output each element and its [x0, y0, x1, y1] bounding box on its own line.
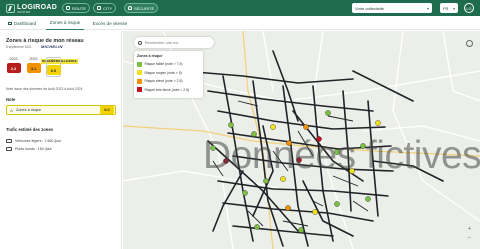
year-score-badge: 2.2 — [6, 63, 21, 73]
year-score-badge: 6.0 — [46, 65, 61, 75]
zoom-in-button[interactable]: + — [466, 225, 473, 232]
year-label: 2024 — [49, 59, 58, 63]
year-score-badge: 4.1 — [26, 63, 41, 73]
risk-zone-marker — [254, 224, 260, 230]
nav-pill-label: CITY — [103, 5, 113, 11]
risk-zone-marker — [285, 205, 291, 211]
zone-label: Zones à risque — [16, 108, 42, 112]
tab-label: Dashboard — [13, 20, 37, 26]
map-legend: Zones à risque Risque faible (note > 7.5… — [134, 51, 203, 98]
risk-zone-marker — [334, 201, 340, 207]
nav-pill-label: SÉCURITÉ — [134, 5, 155, 11]
language-value: FR — [443, 5, 449, 11]
language-select[interactable]: FR ▾ — [440, 3, 458, 13]
panel-date: 8 septembre 2021 — [6, 45, 32, 49]
shield-icon — [128, 6, 132, 10]
traffic-label: Véhicules légers : 1 650 /jour — [15, 139, 62, 143]
nav-pill-city[interactable]: CITY — [93, 3, 117, 13]
legend-label: Risque élevé (note > 2.5) — [144, 79, 183, 84]
year-score-2022[interactable]: 2022 2.2 — [6, 57, 21, 77]
note-source: Note issue des données de Août 2023 à Ao… — [6, 87, 83, 91]
year-score-2023[interactable]: 2023 4.1 — [26, 57, 41, 77]
car-icon — [6, 139, 12, 143]
tab-exces-de-vitesse[interactable]: Excès de vitesse — [90, 16, 130, 30]
risk-zone-marker — [312, 209, 318, 215]
legend-title: Zones à risque — [137, 54, 163, 58]
legend-swatch — [137, 61, 142, 67]
legend-swatch — [137, 70, 142, 76]
zoom-out-button[interactable]: − — [466, 234, 473, 241]
year-label: 2022 — [9, 57, 18, 61]
chevron-down-icon: ▾ — [452, 5, 455, 11]
side-panel: Zones à risque de mon réseau 8 septembre… — [0, 31, 122, 249]
logo-icon — [6, 4, 15, 13]
risk-zone-marker — [325, 110, 331, 116]
michelin-logo: MICHELIN MOBILITY INTELLIGENCE — [41, 44, 83, 64]
zone-score-badge: 6.0 — [100, 106, 114, 114]
logo[interactable]: LOGIROAD CENTER — [6, 3, 57, 14]
avatar[interactable]: LG — [464, 3, 474, 13]
legend-item: Risque faible (note > 7.5) — [137, 60, 200, 69]
year-label: 2023 — [29, 57, 38, 61]
tab-label: Zones à risque — [49, 20, 81, 25]
tab-dashboard[interactable]: Dashboard — [6, 16, 38, 30]
legend-item: Risque moyen (note > 5) — [137, 69, 200, 78]
risk-zone-marker — [365, 196, 371, 202]
top-bar: LOGIROAD CENTER ROUTE CITY SÉCURITÉ Votr… — [0, 0, 480, 16]
risk-zone-marker — [375, 120, 381, 126]
risk-zone-marker — [263, 178, 269, 184]
legend-item: Risque très élevé (note < 2.5) — [137, 86, 200, 95]
map-view[interactable]: Zones à risque Risque faible (note > 7.5… — [123, 31, 480, 249]
risk-zone-marker — [298, 227, 304, 233]
legend-label: Risque moyen (note > 5) — [144, 70, 182, 75]
city-icon — [97, 6, 101, 10]
tab-bar: Dashboard Zones à risque Excès de vitess… — [0, 16, 480, 30]
warning-icon: ⚠ — [9, 107, 14, 113]
year-score-2024[interactable]: 2024 6.0 — [46, 57, 61, 77]
traffic-label: Poids lourds : 184 /jour — [15, 147, 52, 151]
nav-pill-route[interactable]: ROUTE — [62, 3, 90, 13]
search-icon — [138, 40, 142, 45]
risk-zone-marker — [228, 122, 234, 128]
traffic-heavy-vehicles: Poids lourds : 184 /jour — [6, 147, 52, 151]
chevron-down-icon: ▾ — [426, 5, 429, 11]
nav-pill-securite[interactable]: SÉCURITÉ — [124, 3, 159, 13]
nav-pill-label: ROUTE — [72, 5, 86, 11]
road-icon — [66, 6, 70, 10]
risk-zone-marker — [270, 124, 276, 130]
year-scores: 2022 2.2 2023 4.1 2024 6.0 — [6, 57, 61, 77]
collectivity-value: Votre collectivité — [355, 5, 384, 11]
tab-zones-a-risque[interactable]: Zones à risque — [46, 16, 84, 30]
zone-score-row[interactable]: ⚠ Zones à risque 6.0 — [6, 105, 116, 115]
legend-swatch — [137, 78, 142, 84]
locate-icon[interactable] — [466, 40, 473, 47]
legend-label: Risque très élevé (note < 2.5) — [144, 87, 190, 92]
risk-zone-marker — [303, 124, 309, 130]
tab-label: Excès de vitesse — [92, 20, 128, 26]
traffic-light-vehicles: Véhicules légers : 1 650 /jour — [6, 139, 61, 143]
zoom-controls: + − — [466, 225, 473, 241]
traffic-heading: Trafic estimé des zones — [6, 127, 54, 132]
truck-icon — [6, 147, 12, 151]
dashboard-icon — [7, 21, 12, 25]
legend-label: Risque faible (note > 7.5) — [144, 62, 183, 67]
risk-zone-marker — [242, 190, 248, 196]
legend-item: Risque élevé (note > 2.5) — [137, 77, 200, 86]
collectivity-select[interactable]: Votre collectivité ▾ — [352, 3, 432, 13]
search-input[interactable] — [144, 40, 210, 45]
note-heading: Note — [6, 97, 16, 102]
legend-swatch — [137, 87, 142, 93]
map-search-bar[interactable] — [134, 37, 214, 48]
logo-subtext: CENTER — [17, 9, 31, 14]
watermark: Données fictives — [203, 134, 480, 177]
brand-name: MICHELIN — [41, 44, 63, 49]
